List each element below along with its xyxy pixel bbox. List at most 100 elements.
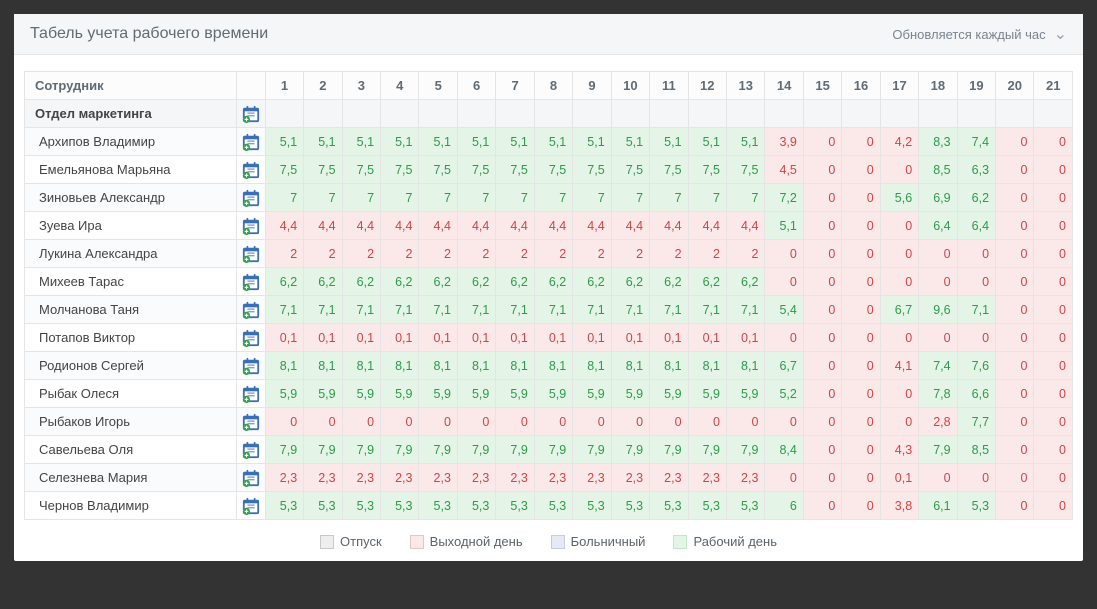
- day-cell[interactable]: 5,3: [688, 492, 726, 520]
- day-cell[interactable]: 6,2: [534, 268, 572, 296]
- day-cell[interactable]: 5,2: [765, 380, 803, 408]
- employee-calendar-button[interactable]: [237, 324, 265, 352]
- day-cell[interactable]: 3,8: [880, 492, 918, 520]
- employee-calendar-button[interactable]: [237, 436, 265, 464]
- day-cell[interactable]: 0: [1034, 408, 1073, 436]
- day-cell[interactable]: 5,1: [304, 128, 342, 156]
- day-cell[interactable]: 0,1: [457, 324, 495, 352]
- day-cell[interactable]: 8,1: [611, 352, 649, 380]
- day-cell[interactable]: 4,4: [534, 212, 572, 240]
- day-cell[interactable]: 2,3: [342, 464, 380, 492]
- day-cell[interactable]: 4,3: [880, 436, 918, 464]
- day-cell[interactable]: 7: [304, 184, 342, 212]
- day-cell[interactable]: 7: [611, 184, 649, 212]
- day-cell[interactable]: 2: [496, 240, 534, 268]
- day-cell[interactable]: 4,4: [611, 212, 649, 240]
- day-cell[interactable]: 0: [996, 324, 1034, 352]
- employee-name[interactable]: Зуева Ира: [25, 212, 237, 240]
- day-cell[interactable]: 5,1: [496, 128, 534, 156]
- day-cell[interactable]: 7,9: [496, 436, 534, 464]
- day-cell[interactable]: 0: [880, 268, 918, 296]
- day-cell[interactable]: 0: [803, 240, 841, 268]
- day-cell[interactable]: 7,9: [342, 436, 380, 464]
- employee-calendar-button[interactable]: [237, 268, 265, 296]
- day-cell[interactable]: 0: [996, 492, 1034, 520]
- day-cell[interactable]: 0: [996, 268, 1034, 296]
- day-cell[interactable]: 6,2: [457, 268, 495, 296]
- day-cell[interactable]: 0: [765, 240, 803, 268]
- day-cell[interactable]: 5,1: [419, 128, 457, 156]
- day-cell[interactable]: 0: [842, 128, 880, 156]
- day-cell[interactable]: 0: [842, 240, 880, 268]
- day-cell[interactable]: 5,9: [381, 380, 419, 408]
- day-cell[interactable]: 7: [688, 184, 726, 212]
- day-cell[interactable]: 7,4: [919, 352, 957, 380]
- employee-calendar-button[interactable]: [237, 296, 265, 324]
- day-cell[interactable]: 2: [265, 240, 303, 268]
- day-cell[interactable]: 0,1: [688, 324, 726, 352]
- day-cell[interactable]: 8,3: [919, 128, 957, 156]
- day-cell[interactable]: 0: [419, 408, 457, 436]
- day-cell[interactable]: 0: [342, 408, 380, 436]
- day-cell[interactable]: 6,2: [573, 268, 611, 296]
- day-cell[interactable]: 5,9: [496, 380, 534, 408]
- table-scroll[interactable]: Сотрудник1234567891011121314151617181920…: [14, 55, 1083, 526]
- day-cell[interactable]: 5,3: [650, 492, 688, 520]
- col-day-10[interactable]: 10: [611, 72, 649, 100]
- day-cell[interactable]: 2,3: [419, 464, 457, 492]
- day-cell[interactable]: 7,5: [650, 156, 688, 184]
- day-cell[interactable]: 0: [1034, 324, 1073, 352]
- day-cell[interactable]: 7,1: [304, 296, 342, 324]
- day-cell[interactable]: 7,1: [650, 296, 688, 324]
- day-cell[interactable]: 5,9: [304, 380, 342, 408]
- day-cell[interactable]: 7,1: [496, 296, 534, 324]
- day-cell[interactable]: 0: [803, 380, 841, 408]
- employee-name[interactable]: Чернов Владимир: [25, 492, 237, 520]
- day-cell[interactable]: 0: [534, 408, 572, 436]
- day-cell[interactable]: 8,1: [381, 352, 419, 380]
- day-cell[interactable]: 0: [957, 268, 995, 296]
- day-cell[interactable]: 5,9: [419, 380, 457, 408]
- day-cell[interactable]: 0: [996, 240, 1034, 268]
- day-cell[interactable]: 0: [880, 156, 918, 184]
- day-cell[interactable]: 0,1: [265, 324, 303, 352]
- day-cell[interactable]: 5,1: [611, 128, 649, 156]
- day-cell[interactable]: 6,2: [265, 268, 303, 296]
- day-cell[interactable]: 4,4: [496, 212, 534, 240]
- employee-name[interactable]: Молчанова Таня: [25, 296, 237, 324]
- day-cell[interactable]: 0: [842, 352, 880, 380]
- employee-name[interactable]: Рыбаков Игорь: [25, 408, 237, 436]
- day-cell[interactable]: 7,5: [611, 156, 649, 184]
- day-cell[interactable]: 0: [880, 324, 918, 352]
- day-cell[interactable]: 0: [957, 240, 995, 268]
- day-cell[interactable]: 7: [726, 184, 764, 212]
- day-cell[interactable]: 7,1: [726, 296, 764, 324]
- day-cell[interactable]: 2: [534, 240, 572, 268]
- day-cell[interactable]: 7,5: [265, 156, 303, 184]
- day-cell[interactable]: 7,5: [726, 156, 764, 184]
- day-cell[interactable]: 0: [803, 352, 841, 380]
- day-cell[interactable]: 0: [919, 268, 957, 296]
- day-cell[interactable]: 2: [611, 240, 649, 268]
- day-cell[interactable]: 4,4: [457, 212, 495, 240]
- day-cell[interactable]: 7: [419, 184, 457, 212]
- day-cell[interactable]: 5,1: [265, 128, 303, 156]
- day-cell[interactable]: 7,1: [611, 296, 649, 324]
- day-cell[interactable]: 5,9: [573, 380, 611, 408]
- day-cell[interactable]: 7,5: [304, 156, 342, 184]
- day-cell[interactable]: 0: [996, 408, 1034, 436]
- day-cell[interactable]: 6,2: [496, 268, 534, 296]
- day-cell[interactable]: 5,3: [726, 492, 764, 520]
- day-cell[interactable]: 0: [996, 296, 1034, 324]
- day-cell[interactable]: 0: [1034, 128, 1073, 156]
- employee-calendar-button[interactable]: [237, 492, 265, 520]
- day-cell[interactable]: 0: [1034, 184, 1073, 212]
- day-cell[interactable]: 4,4: [688, 212, 726, 240]
- day-cell[interactable]: 5,3: [419, 492, 457, 520]
- day-cell[interactable]: 5,1: [688, 128, 726, 156]
- day-cell[interactable]: 5,9: [457, 380, 495, 408]
- employee-calendar-button[interactable]: [237, 464, 265, 492]
- day-cell[interactable]: 5,9: [611, 380, 649, 408]
- day-cell[interactable]: 5,3: [611, 492, 649, 520]
- employee-calendar-button[interactable]: [237, 240, 265, 268]
